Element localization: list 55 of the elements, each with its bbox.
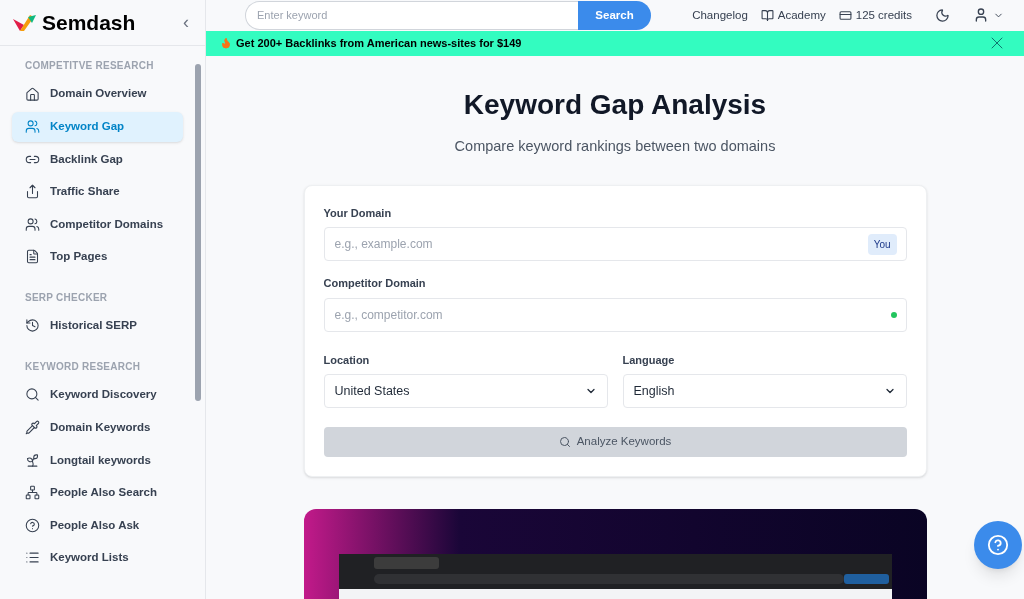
header-link[interactable]: 125 credits (838, 6, 912, 25)
document-icon (25, 249, 40, 265)
nav-item[interactable]: Keyword Discovery (12, 379, 183, 410)
nav-item[interactable]: Competitor Domains (12, 209, 183, 240)
section-title: SERP CHECKER (24, 290, 109, 305)
section-title: KEYWORD RESEARCH (24, 359, 142, 374)
book-icon (760, 8, 774, 22)
search-icon (558, 436, 571, 448)
nav-item[interactable]: Traffic Share (12, 176, 183, 207)
field-label: Competitor Domain (323, 276, 427, 291)
brand-name: Semdash (42, 9, 136, 36)
you-badge: You (867, 234, 897, 255)
nav-item[interactable]: Top Pages (12, 241, 183, 272)
nav-item[interactable]: Backlink Gap (12, 144, 183, 175)
section-title: COMPETITVE RESEARCH (24, 59, 155, 73)
header-link[interactable]: Changelog (692, 6, 748, 25)
flame-icon (220, 37, 232, 50)
help-icon (987, 534, 1009, 556)
help-icon (25, 517, 40, 533)
history-icon (25, 318, 40, 334)
moon-icon[interactable] (935, 7, 950, 23)
nav-item[interactable]: Historical SERP (12, 310, 183, 341)
nav-item[interactable]: People Also Search (12, 477, 183, 508)
banner-text[interactable]: Get 200+ Backlinks from American news-sites for $149 (236, 35, 522, 52)
page-subtitle: Compare keyword rankings between two domains (454, 136, 776, 156)
pipette-icon (25, 420, 40, 436)
scrollbar-thumb[interactable] (195, 64, 201, 401)
search-field[interactable]: Enter keyword (245, 0, 578, 30)
users-icon (25, 119, 40, 135)
nav-item[interactable]: Keyword Lists (12, 542, 183, 573)
nav-item[interactable]: People Also Ask (12, 510, 183, 541)
search-icon (25, 387, 40, 403)
sprout-icon (25, 452, 40, 468)
nav-item[interactable]: Domain Overview (12, 79, 183, 109)
logo-icon (12, 12, 38, 33)
nav-item[interactable]: Keyword Gap (12, 111, 183, 142)
help-button[interactable] (974, 521, 1022, 569)
nav-item[interactable]: Domain Keywords (12, 412, 183, 443)
header-link[interactable]: Academy (760, 6, 826, 25)
competitor-field[interactable]: e.g., competitor.com (323, 297, 907, 332)
upload-icon (25, 184, 40, 200)
card-icon (838, 8, 852, 22)
collapse-button[interactable]: ‹ (183, 9, 189, 36)
users-icon (25, 216, 40, 232)
page-title: Keyword Gap Analysis (463, 87, 767, 122)
language-select[interactable]: English (622, 374, 907, 408)
network-icon (25, 485, 40, 501)
user-icon[interactable] (973, 7, 989, 24)
field-label: Your Domain (323, 205, 393, 221)
list-icon (25, 550, 40, 566)
field-label: Language (622, 352, 676, 368)
field-label: Location (323, 352, 371, 368)
home-icon (25, 86, 40, 102)
nav-item[interactable]: Longtail keywords (12, 445, 183, 476)
location-select[interactable]: United States (323, 374, 608, 408)
